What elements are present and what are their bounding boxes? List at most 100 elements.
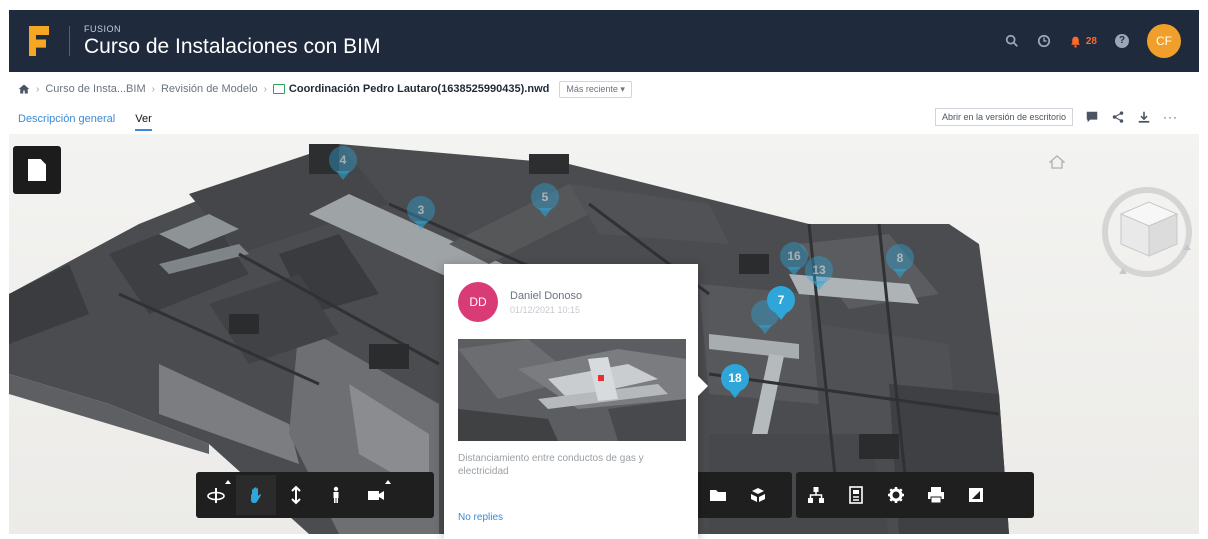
clock-icon[interactable] bbox=[1037, 34, 1051, 48]
pin-number: 16 bbox=[780, 242, 808, 270]
file-name: Coordinación Pedro Lautaro(1638525990435… bbox=[288, 83, 550, 95]
first-person-button[interactable] bbox=[316, 475, 356, 515]
fullscreen-button[interactable] bbox=[956, 475, 996, 515]
pan-icon bbox=[251, 487, 262, 503]
pan-button[interactable] bbox=[236, 475, 276, 515]
folder-icon bbox=[710, 490, 726, 501]
pin-tail bbox=[774, 311, 788, 320]
breadcrumb: › Curso de Insta...BIM › Revisión de Mod… bbox=[18, 78, 632, 100]
explode-icon bbox=[751, 488, 765, 502]
viewer-actions: Abrir en la versión de escritorio ··· bbox=[934, 108, 1178, 126]
model-browser-button[interactable] bbox=[796, 475, 836, 515]
issue-pin-16[interactable]: 16 bbox=[780, 242, 808, 276]
settings-button[interactable] bbox=[876, 475, 916, 515]
dolly-button[interactable] bbox=[276, 475, 316, 515]
version-select-value: Más reciente bbox=[566, 83, 618, 94]
pin-tail bbox=[758, 325, 772, 334]
pin-number: 18 bbox=[721, 364, 749, 392]
share-icon[interactable] bbox=[1111, 110, 1125, 124]
properties-button[interactable] bbox=[836, 475, 876, 515]
comment-popup[interactable]: DD Daniel Donoso 01/12/2021 10:15 Distan… bbox=[444, 264, 708, 539]
model-file-icon bbox=[272, 84, 285, 94]
explode-button[interactable] bbox=[738, 475, 778, 515]
issue-pin-18[interactable]: 18 bbox=[721, 364, 749, 398]
help-icon[interactable]: ? bbox=[1115, 34, 1129, 48]
orbit-button[interactable] bbox=[196, 475, 236, 515]
header-divider bbox=[69, 26, 70, 56]
fusion-logo-icon[interactable] bbox=[29, 26, 59, 56]
chevron-right-icon: › bbox=[151, 83, 155, 95]
pin-number: 5 bbox=[531, 183, 559, 211]
print-button[interactable] bbox=[916, 475, 956, 515]
header-titles: FUSION Curso de Instalaciones con BIM bbox=[84, 24, 380, 59]
notification-count: 28 bbox=[1085, 35, 1097, 47]
author-avatar: DD bbox=[458, 282, 498, 322]
pin-tail bbox=[414, 221, 428, 230]
camera-icon bbox=[368, 491, 384, 500]
user-avatar[interactable]: CF bbox=[1147, 24, 1181, 58]
issue-pin-5[interactable]: 5 bbox=[531, 183, 559, 217]
notifications-button[interactable]: 28 bbox=[1069, 35, 1097, 48]
dolly-icon bbox=[291, 485, 301, 505]
camera-button[interactable] bbox=[356, 475, 396, 515]
page: FUSION Curso de Instalaciones con BIM 28… bbox=[0, 0, 1208, 539]
bell-icon bbox=[1070, 36, 1080, 48]
search-icon[interactable] bbox=[1005, 34, 1019, 48]
home-icon[interactable] bbox=[18, 83, 30, 95]
version-select[interactable]: Más reciente ▾ bbox=[559, 80, 632, 98]
popup-pointer bbox=[698, 376, 708, 396]
chevron-right-icon: › bbox=[36, 83, 40, 95]
tab-view[interactable]: Ver bbox=[135, 113, 152, 131]
document-browser-button[interactable] bbox=[13, 146, 61, 194]
model-toolbar bbox=[698, 472, 792, 518]
fullscreen-icon bbox=[969, 488, 983, 502]
download-icon[interactable] bbox=[1137, 110, 1151, 124]
view-cube[interactable] bbox=[1089, 174, 1199, 284]
properties-icon bbox=[849, 486, 863, 504]
comment-author: DD Daniel Donoso 01/12/2021 10:15 bbox=[458, 282, 582, 322]
app-header: FUSION Curso de Instalaciones con BIM 28… bbox=[9, 10, 1199, 72]
pin-tail bbox=[336, 171, 350, 180]
breadcrumb-current-file: Coordinación Pedro Lautaro(1638525990435… bbox=[272, 83, 550, 95]
pin-number: 8 bbox=[886, 244, 914, 272]
breadcrumb-item-review[interactable]: Revisión de Modelo bbox=[161, 83, 258, 95]
pin-tail bbox=[893, 269, 907, 278]
pin-number: 4 bbox=[329, 146, 357, 174]
folder-button[interactable] bbox=[698, 475, 738, 515]
pin-number: 7 bbox=[767, 286, 795, 314]
issue-pin-8[interactable]: 8 bbox=[886, 244, 914, 278]
settings-icon bbox=[888, 487, 904, 503]
breadcrumb-item-course[interactable]: Curso de Insta...BIM bbox=[45, 83, 145, 95]
first-person-icon bbox=[333, 486, 339, 503]
orbit-icon bbox=[207, 488, 225, 503]
project-title[interactable]: Curso de Instalaciones con BIM bbox=[84, 35, 380, 59]
comment-date: 01/12/2021 10:15 bbox=[510, 304, 581, 315]
pin-tail bbox=[538, 208, 552, 217]
issue-pin-13[interactable]: 13 bbox=[805, 256, 833, 290]
flyout-indicator bbox=[385, 480, 391, 484]
flyout-indicator bbox=[225, 480, 231, 484]
chevron-right-icon: › bbox=[263, 83, 267, 95]
product-name: FUSION bbox=[84, 23, 122, 34]
open-desktop-button[interactable]: Abrir en la versión de escritorio bbox=[934, 108, 1073, 126]
more-options-icon[interactable]: ··· bbox=[1163, 110, 1178, 124]
settings-toolbar bbox=[796, 472, 1034, 518]
document-icon bbox=[28, 159, 46, 181]
comment-screenshot[interactable] bbox=[458, 339, 686, 441]
tab-overview[interactable]: Descripción general bbox=[18, 113, 115, 131]
header-actions: 28 ? CF bbox=[1005, 24, 1181, 58]
home-view-icon[interactable] bbox=[1049, 154, 1065, 170]
issue-pin-3[interactable]: 3 bbox=[407, 196, 435, 230]
print-icon bbox=[928, 487, 944, 504]
author-name: Daniel Donoso bbox=[510, 289, 583, 302]
comment-icon[interactable] bbox=[1085, 110, 1099, 124]
view-tabs: Descripción general Ver bbox=[18, 113, 152, 131]
pin-tail bbox=[787, 267, 801, 276]
navigation-toolbar bbox=[196, 472, 434, 518]
replies-link[interactable]: No replies bbox=[458, 512, 503, 523]
issue-pin-4[interactable]: 4 bbox=[329, 146, 357, 180]
issue-pin-7[interactable]: 7 bbox=[767, 286, 795, 320]
pin-tail bbox=[812, 281, 826, 290]
pin-number: 3 bbox=[407, 196, 435, 224]
screenshot-image bbox=[458, 339, 686, 441]
